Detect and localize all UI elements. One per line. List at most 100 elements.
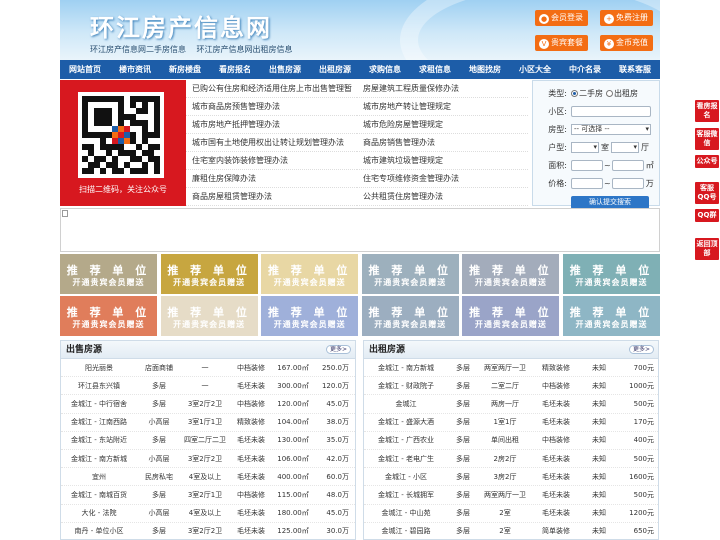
- nav-item[interactable]: 新房楼盘: [160, 60, 210, 79]
- listing-row[interactable]: 金城江 - 财政院子 多层 二室二厅 中档装修 未知 1000元: [364, 377, 658, 396]
- listing-row[interactable]: 阳光丽景 店面商铺 一 中档装修 167.00㎡ 250.0万: [61, 359, 355, 378]
- floating-button[interactable]: 客服微信: [695, 128, 719, 150]
- login-button[interactable]: ● 会员登录: [535, 10, 588, 26]
- nav-item[interactable]: 出租房源: [310, 60, 360, 79]
- recommended-unit-slot[interactable]: 推 荐 单 位开通贵宾会员赠送: [562, 254, 660, 294]
- policy-link[interactable]: 城市危险房屋管理规定: [357, 116, 528, 134]
- listing-cell[interactable]: 宜州: [61, 472, 137, 482]
- price-min-input[interactable]: [571, 177, 603, 189]
- listing-row[interactable]: 金城江 - 盛源大酒 多层 1室1厅 毛坯未装 未知 170元: [364, 414, 658, 432]
- listing-cell[interactable]: 金城江 - 财政院子: [364, 381, 448, 391]
- site-logo-title[interactable]: 环江房产信息网: [90, 8, 272, 43]
- listing-cell[interactable]: 金城江 - 长城拥军: [364, 490, 448, 500]
- policy-link[interactable]: 房屋建筑工程质量保修办法: [357, 80, 528, 98]
- recharge-button[interactable]: ¥ 金币充值: [600, 35, 653, 51]
- subtitle-link-sale[interactable]: 环江房产信息网二手房信息: [90, 45, 186, 54]
- nav-item[interactable]: 出售房源: [260, 60, 310, 79]
- policy-link[interactable]: 商品房销售管理办法: [357, 134, 528, 152]
- floating-button[interactable]: 返回顶部: [695, 238, 719, 260]
- listing-cell[interactable]: 金城江 - 江南西路: [61, 417, 137, 427]
- recommended-unit-slot[interactable]: 推 荐 单 位开通贵宾会员赠送: [160, 296, 258, 336]
- recommended-unit-slot[interactable]: 推 荐 单 位开通贵宾会员赠送: [562, 296, 660, 336]
- listing-cell[interactable]: 金城江: [364, 399, 448, 409]
- floating-button[interactable]: 公众号: [695, 155, 719, 168]
- listing-row[interactable]: 金城江 - 南方新城 多层 两室两厅一卫 精致装修 未知 700元: [364, 359, 658, 378]
- nav-item[interactable]: 求购信息: [360, 60, 410, 79]
- listing-cell[interactable]: 环江县东兴镇: [61, 381, 137, 391]
- recommended-unit-slot[interactable]: 推 荐 单 位开通贵宾会员赠送: [261, 254, 359, 294]
- recommended-unit-slot[interactable]: 推 荐 单 位开通贵宾会员赠送: [261, 296, 359, 336]
- nav-item[interactable]: 中介名录: [560, 60, 610, 79]
- register-button[interactable]: + 免费注册: [600, 10, 653, 26]
- area-max-input[interactable]: [611, 159, 644, 171]
- policy-link[interactable]: 商品房屋租赁管理办法: [186, 188, 357, 206]
- recommended-unit-slot[interactable]: 推 荐 单 位开通贵宾会员赠送: [160, 254, 258, 294]
- community-input[interactable]: [571, 105, 651, 117]
- listing-cell[interactable]: 金城江 - 小区: [364, 472, 448, 482]
- listing-cell[interactable]: 金城江 - 南方新城: [61, 454, 137, 464]
- listing-row[interactable]: 大化 - 法院 小高层 4室及以上 毛坯未装 180.00㎡ 45.0万: [61, 505, 355, 523]
- nav-item[interactable]: 联系客服: [610, 60, 660, 79]
- listing-row[interactable]: 金城江 - 老电广生 多层 2房2厅 毛坯未装 未知 500元: [364, 450, 658, 469]
- policy-link[interactable]: 公共租赁住房管理办法: [357, 188, 528, 206]
- subtitle-link-rent[interactable]: 环江房产信息网出租房信息: [197, 45, 293, 54]
- housetype-select[interactable]: -- 可选择 --: [571, 123, 651, 135]
- listing-cell[interactable]: 金城江 - 中行宿舍: [61, 399, 137, 409]
- listing-row[interactable]: 南丹 - 单位小区 多层 3室2厅2卫 毛坯未装 125.00㎡ 30.0万: [61, 523, 355, 540]
- listing-row[interactable]: 环江县东兴镇 多层 一 毛坯未装 300.00㎡ 120.0万: [61, 377, 355, 396]
- nav-item[interactable]: 地图找房: [460, 60, 510, 79]
- nav-item[interactable]: 求租信息: [410, 60, 460, 79]
- floating-button[interactable]: QQ群: [695, 209, 719, 222]
- recommended-unit-slot[interactable]: 推 荐 单 位开通贵宾会员赠送: [361, 296, 459, 336]
- listing-row[interactable]: 金城江 - 广西农业 多层 单间出租 中档装修 未知 400元: [364, 432, 658, 450]
- recommended-unit-slot[interactable]: 推 荐 单 位开通贵宾会员赠送: [361, 254, 459, 294]
- policy-link[interactable]: 城市国有土地使用权出让转让规划管理办法: [186, 134, 357, 152]
- nav-item[interactable]: 看房报名: [210, 60, 260, 79]
- listing-row[interactable]: 金城江 - 小区 多层 3房2厅 毛坯未装 未知 1600元: [364, 468, 658, 487]
- nav-item[interactable]: 楼市资讯: [110, 60, 160, 79]
- recommended-unit-slot[interactable]: 推 荐 单 位开通贵宾会员赠送: [60, 254, 157, 294]
- policy-link[interactable]: 城市房地产抵押管理办法: [186, 116, 357, 134]
- price-max-input[interactable]: [611, 177, 644, 189]
- policy-link[interactable]: 城市建筑垃圾管理规定: [357, 152, 528, 170]
- recommended-unit-slot[interactable]: 推 荐 单 位开通贵宾会员赠送: [462, 296, 560, 336]
- policy-link[interactable]: 已购公有住房和经济适用住房上市出售管理暂: [186, 80, 357, 98]
- policy-link[interactable]: 廉租住房保障办法: [186, 170, 357, 188]
- sale-more-button[interactable]: 更多>: [325, 345, 351, 354]
- room-select[interactable]: [571, 141, 599, 153]
- listing-cell[interactable]: 金城江 - 碧园路: [364, 526, 448, 536]
- recommended-unit-slot[interactable]: 推 荐 单 位开通贵宾会员赠送: [462, 254, 560, 294]
- listing-row[interactable]: 金城江 - 中行宿舍 多层 3室2厅2卫 中档装修 120.00㎡ 45.0万: [61, 395, 355, 414]
- listing-row[interactable]: 金城江 - 东站附近 多层 四室二厅二卫 毛坯未装 130.00㎡ 35.0万: [61, 432, 355, 450]
- listing-row[interactable]: 金城江 - 长城拥军 多层 两室两厅一卫 毛坯未装 未知 500元: [364, 486, 658, 505]
- vip-package-button[interactable]: V 贵宾套餐: [535, 35, 588, 51]
- listing-row[interactable]: 金城江 多层 两房一厅 毛坯未装 未知 500元: [364, 395, 658, 414]
- rent-more-button[interactable]: 更多>: [628, 345, 654, 354]
- listing-cell[interactable]: 阳光丽景: [61, 363, 137, 373]
- nav-item[interactable]: 小区大全: [510, 60, 560, 79]
- listing-row[interactable]: 金城江 - 中山苑 多层 2室 毛坯未装 未知 1200元: [364, 505, 658, 523]
- listing-cell[interactable]: 金城江 - 南方新城: [364, 363, 448, 373]
- type-radio-rent[interactable]: [606, 89, 613, 97]
- listing-cell[interactable]: 金城江 - 东站附近: [61, 435, 137, 445]
- listing-cell[interactable]: 金城江 - 广西农业: [364, 435, 448, 445]
- floating-button[interactable]: 客服QQ号: [695, 182, 719, 204]
- policy-link[interactable]: 城市商品房预售管理办法: [186, 98, 357, 116]
- ad-banner[interactable]: [60, 208, 660, 252]
- listing-cell[interactable]: 大化 - 法院: [61, 508, 137, 518]
- listing-cell[interactable]: 金城江 - 老电广生: [364, 454, 448, 464]
- listing-cell[interactable]: 金城江 - 盛源大酒: [364, 417, 448, 427]
- recommended-unit-slot[interactable]: 推 荐 单 位开通贵宾会员赠送: [60, 296, 157, 336]
- listing-row[interactable]: 金城江 - 南城百货 多层 3室2厅1卫 中档装修 115.00㎡ 48.0万: [61, 486, 355, 505]
- policy-link[interactable]: 住宅专项维修资金管理办法: [357, 170, 528, 188]
- listing-cell[interactable]: 金城江 - 中山苑: [364, 508, 448, 518]
- hall-select[interactable]: [611, 141, 639, 153]
- listing-row[interactable]: 金城江 - 南方新城 小高层 3室2厅2卫 毛坯未装 106.00㎡ 42.0万: [61, 450, 355, 469]
- floating-button[interactable]: 看房报名: [695, 100, 719, 122]
- area-min-input[interactable]: [571, 159, 603, 171]
- type-radio-sale[interactable]: [571, 89, 578, 97]
- policy-link[interactable]: 城市房地产转让管理规定: [357, 98, 528, 116]
- policy-link[interactable]: 住宅室内装饰装修管理办法: [186, 152, 357, 170]
- listing-cell[interactable]: 金城江 - 南城百货: [61, 490, 137, 500]
- listing-row[interactable]: 金城江 - 碧园路 多层 2室 简单装修 未知 650元: [364, 523, 658, 540]
